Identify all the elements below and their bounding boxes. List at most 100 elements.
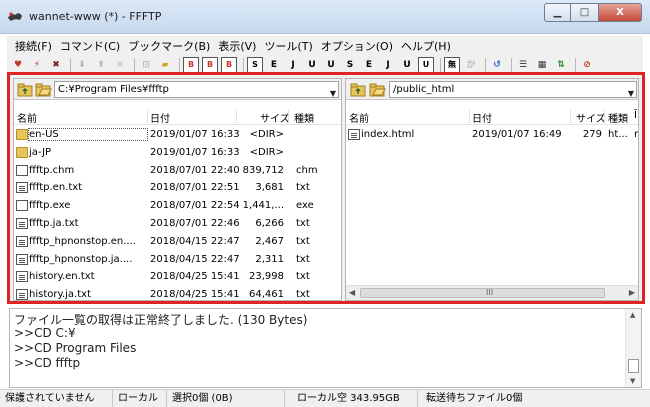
title-bar: wannet-www (*) - FFFTP ▁ □ X <box>0 0 650 34</box>
scroll-thumb[interactable]: III <box>360 288 605 298</box>
local-file-list: en-US 2019/01/07 16:33 <DIR> ja-JP 2019/01/0… <box>14 126 341 301</box>
euc-icon[interactable]: E <box>266 57 282 73</box>
kana-convert-icon[interactable]: か <box>463 57 479 73</box>
file-row[interactable]: history.ja.txt 2018/04/25 15:41 64,461 txt <box>14 286 341 301</box>
remote-col-size[interactable]: サイズ <box>576 110 606 125</box>
file-name: en-US <box>28 128 148 141</box>
file-icon <box>16 289 28 300</box>
menu-item[interactable]: オプション(O) <box>321 38 393 54</box>
scroll-down-icon[interactable]: ▼ <box>630 377 635 385</box>
sync-icon[interactable]: ⇅ <box>553 57 569 73</box>
local-path-select[interactable]: C:¥Program Files¥ffftp ▼ <box>54 81 339 98</box>
remote-path-select[interactable]: /public_html ▼ <box>389 81 637 98</box>
file-name: ffftp_hpnonstop.en.... <box>29 235 136 247</box>
file-row[interactable]: en-US 2019/01/07 16:33 <DIR> <box>14 126 341 144</box>
mkdir-icon[interactable]: ▰ <box>157 57 173 73</box>
utf8-icon[interactable]: U <box>304 57 320 73</box>
toolbar-separator <box>485 57 486 73</box>
file-row[interactable]: ja-JP 2019/01/07 16:33 <DIR> <box>14 144 341 162</box>
menu-item[interactable]: 接続(F) <box>15 38 52 54</box>
file-date: 2018/07/01 22:40 <box>150 164 240 176</box>
local-col-size[interactable]: サイズ <box>260 110 290 125</box>
kana-icon[interactable]: 無 <box>444 57 460 73</box>
local-open-folder-icon[interactable] <box>35 82 52 97</box>
rename-icon[interactable]: ⊡ <box>138 57 154 73</box>
maximize-button[interactable]: □ <box>571 3 598 22</box>
minimize-button[interactable]: ▁ <box>544 3 571 22</box>
file-size: <DIR> <box>249 129 284 140</box>
status-bar: 保護されていません ローカル 選択0個 (0B) ローカル空 343.95GB … <box>0 389 650 407</box>
file-date: 2018/07/01 22:46 <box>150 217 240 229</box>
file-row[interactable]: ffftp.chm 2018/07/01 22:40 839,712 chm <box>14 162 341 180</box>
chevron-down-icon: ▼ <box>329 89 336 98</box>
chevron-down-icon: ▼ <box>627 89 634 98</box>
file-type: txt <box>296 271 310 283</box>
remote-col-name[interactable]: 名前 <box>349 110 369 125</box>
toolbar-separator <box>243 57 244 73</box>
disconnect-icon[interactable]: ✖ <box>48 57 64 73</box>
file-date: 2018/04/25 15:41 <box>150 271 240 283</box>
remote-col-date[interactable]: 日付 <box>472 110 492 125</box>
file-row[interactable]: ffftp.en.txt 2018/07/01 22:51 3,681 txt <box>14 179 341 197</box>
upload-icon[interactable]: ⬆ <box>93 57 109 73</box>
file-size: 839,712 <box>242 164 284 176</box>
close-button[interactable]: X <box>598 3 642 22</box>
stop-icon[interactable]: ⊘ <box>579 57 595 73</box>
local-col-type[interactable]: 種類 <box>294 110 314 125</box>
sjis2-icon[interactable]: S <box>342 57 358 73</box>
jis2-icon[interactable]: J <box>380 57 396 73</box>
remote-up-folder-icon[interactable] <box>350 82 367 97</box>
detail-view-icon[interactable]: ▦ <box>534 57 550 73</box>
euc2-icon[interactable]: E <box>361 57 377 73</box>
scroll-thumb[interactable] <box>628 359 639 373</box>
file-name: ffftp.en.txt <box>29 182 83 194</box>
local-up-folder-icon[interactable] <box>17 82 34 97</box>
file-type: txt <box>296 217 310 229</box>
file-icon <box>16 217 28 229</box>
delete-icon[interactable]: ✕ <box>112 57 128 73</box>
list-view-icon[interactable]: ☰ <box>515 57 531 73</box>
scroll-right-icon[interactable]: ▶ <box>629 288 635 297</box>
toolbar-separator <box>575 57 576 73</box>
jis-icon[interactable]: J <box>285 57 301 73</box>
utf8-bom-2-icon[interactable]: U <box>418 57 434 73</box>
file-row[interactable]: index.html 2019/01/07 16:49 279 ht... r <box>346 126 638 144</box>
download-icon[interactable]: ⬇ <box>74 57 90 73</box>
file-name: index.html <box>361 129 415 140</box>
menu-item[interactable]: ツール(T) <box>264 38 312 54</box>
file-type: txt <box>296 253 310 265</box>
log-vertical-scrollbar[interactable]: ▲ ▼ <box>625 309 641 387</box>
file-date: 2018/07/01 22:51 <box>150 182 240 194</box>
connect-icon[interactable]: ♥ <box>10 57 26 73</box>
remote-list-header: 名前 日付 サイズ 種類 Ī <box>346 108 638 125</box>
file-row[interactable]: ffftp_hpnonstop.ja.... 2018/04/15 22:47 2,… <box>14 251 341 269</box>
utf8-bom-icon[interactable]: U <box>323 57 339 73</box>
file-row[interactable]: ffftp.ja.txt 2018/07/01 22:46 6,266 txt <box>14 215 341 233</box>
mirror-down-icon[interactable]: B <box>202 57 218 73</box>
binary-icon[interactable]: B <box>221 57 237 73</box>
local-col-name[interactable]: 名前 <box>17 110 37 125</box>
utf8-2-icon[interactable]: U <box>399 57 415 73</box>
file-size: 2,467 <box>255 235 284 247</box>
refresh-icon[interactable]: ↺ <box>489 57 505 73</box>
scroll-up-icon[interactable]: ▲ <box>630 311 635 319</box>
remote-col-extra[interactable]: Ī <box>634 110 637 121</box>
remote-horizontal-scrollbar[interactable]: ◀ III ▶ <box>346 285 638 300</box>
menu-item[interactable]: 表示(V) <box>218 38 256 54</box>
menu-bar: 接続(F) コマンド(C) ブックマーク(B) 表示(V) ツール(T) オプション(O)… <box>7 36 643 55</box>
local-col-date[interactable]: 日付 <box>150 110 170 125</box>
sjis-icon[interactable]: S <box>247 57 263 73</box>
quick-connect-icon[interactable]: ⚡ <box>29 57 45 73</box>
file-row[interactable]: ffftp.exe 2018/07/01 22:54 1,441,... exe <box>14 197 341 215</box>
menu-item[interactable]: ヘルプ(H) <box>401 38 451 54</box>
menu-item[interactable]: コマンド(C) <box>60 38 120 54</box>
mirror-up-icon[interactable]: B <box>183 57 199 73</box>
file-row[interactable]: history.en.txt 2018/04/25 15:41 23,998 txt <box>14 268 341 286</box>
file-date: 2018/04/25 15:41 <box>150 289 240 301</box>
scroll-left-icon[interactable]: ◀ <box>349 288 355 297</box>
remote-col-type[interactable]: 種類 <box>608 110 628 125</box>
menu-item[interactable]: ブックマーク(B) <box>128 38 210 54</box>
remote-open-folder-icon[interactable] <box>369 82 386 97</box>
file-row[interactable]: ffftp_hpnonstop.en.... 2018/04/15 22:47 2,… <box>14 233 341 251</box>
file-date: 2018/04/15 22:47 <box>150 253 240 265</box>
